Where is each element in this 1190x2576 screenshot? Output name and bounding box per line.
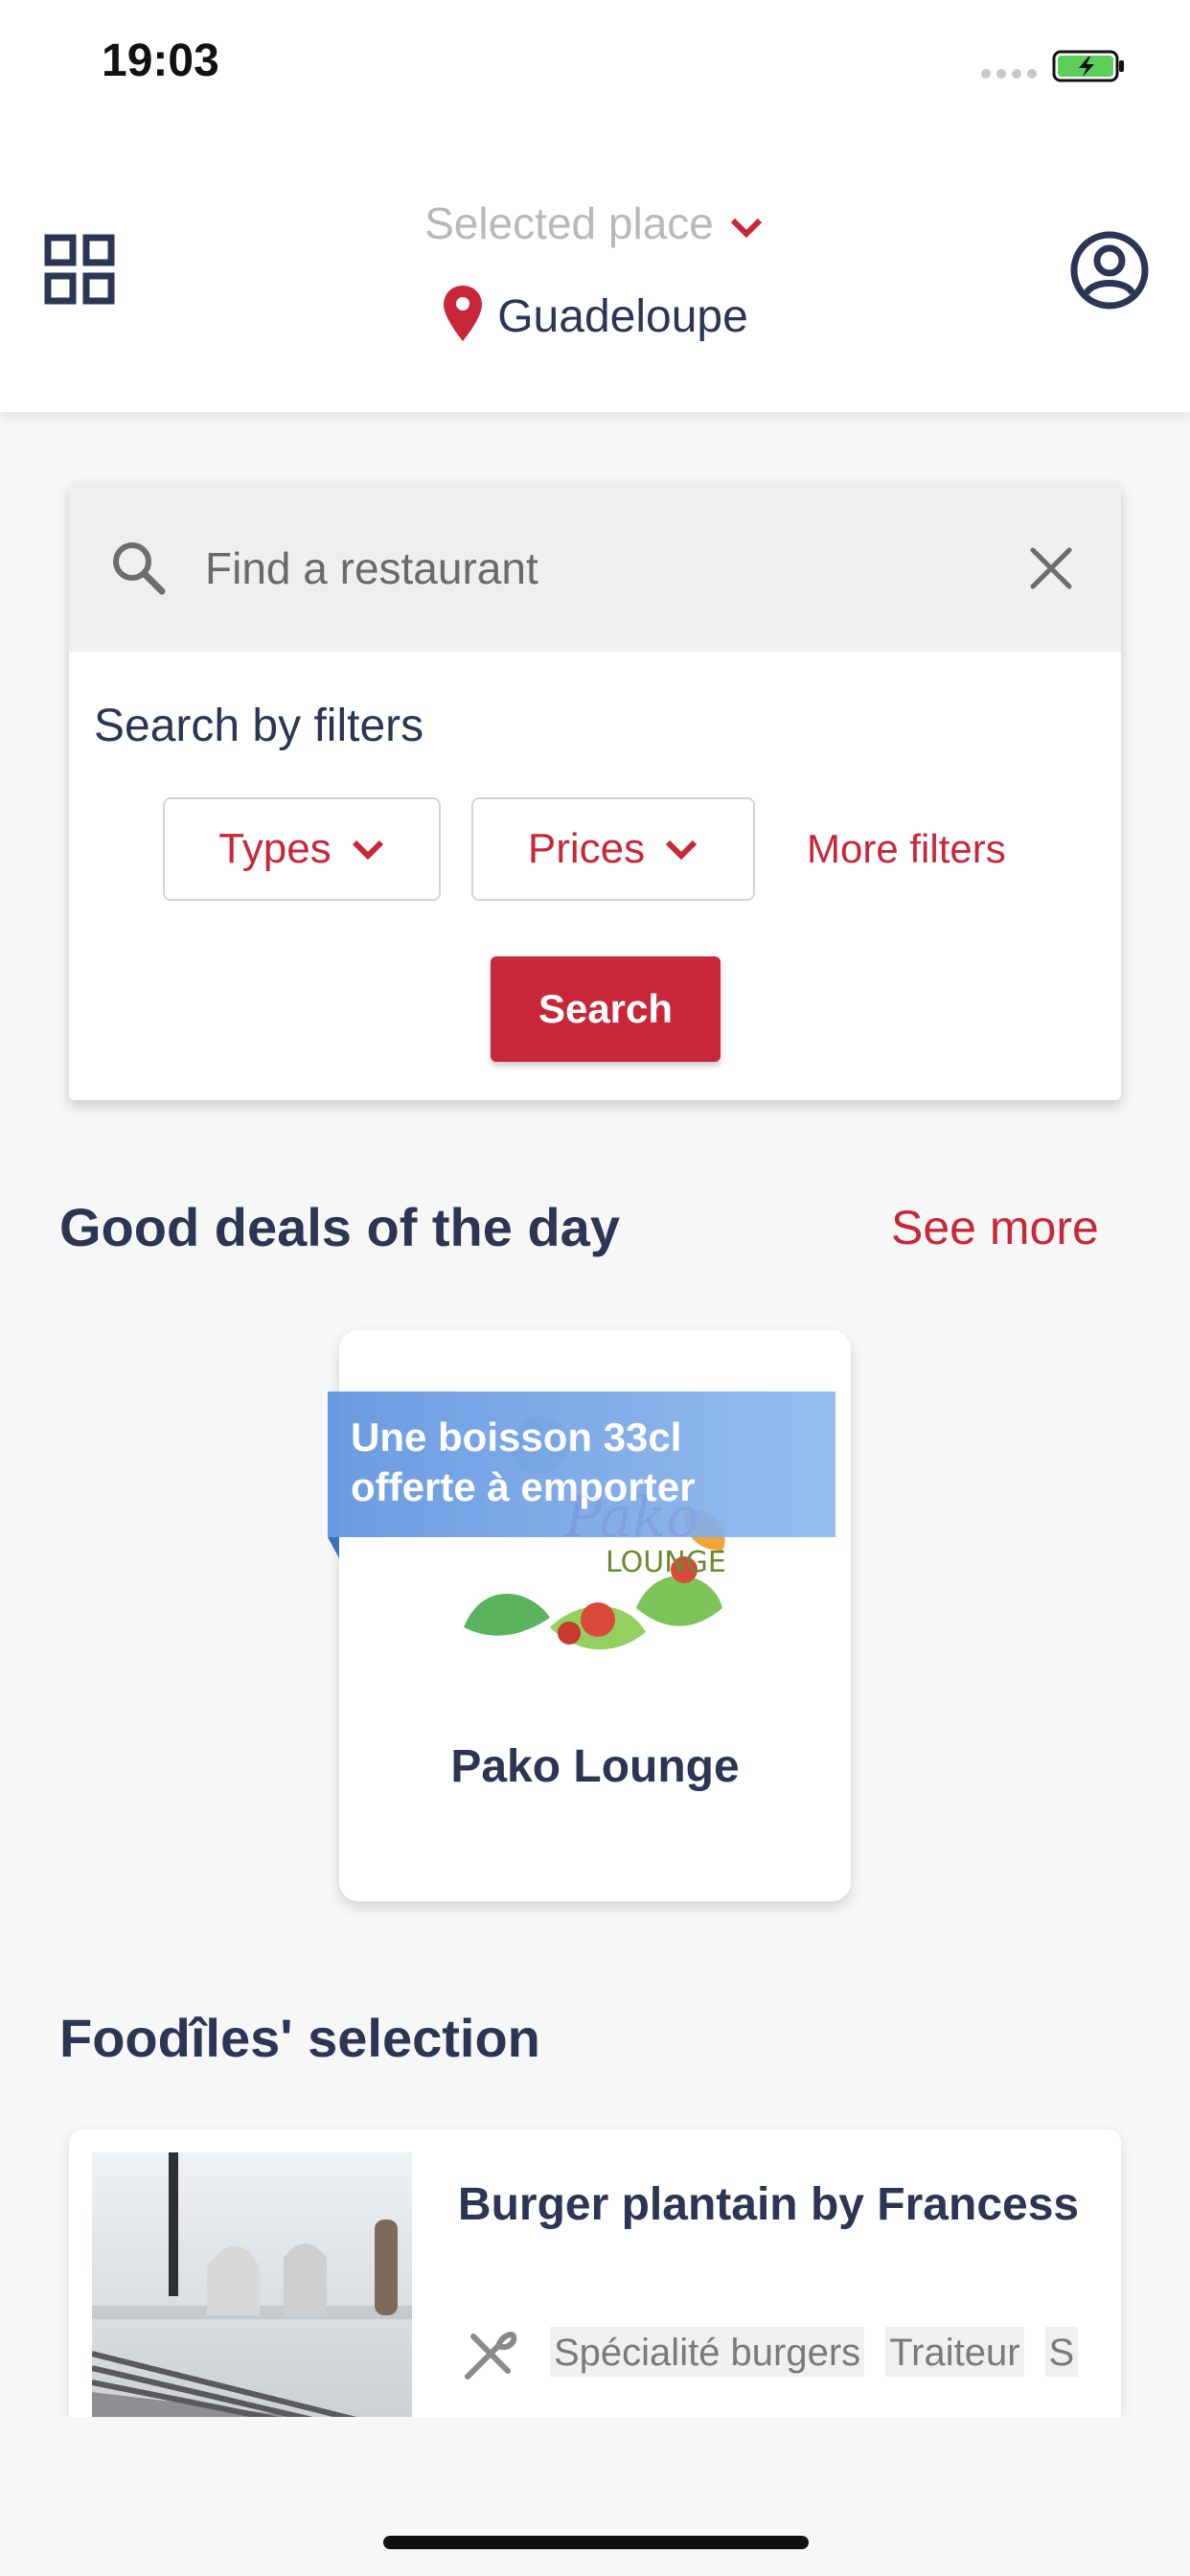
prices-filter-button[interactable]: Prices bbox=[471, 797, 755, 901]
restaurant-photo bbox=[92, 2152, 412, 2417]
see-more-link[interactable]: See more bbox=[891, 1200, 1099, 1255]
search-icon bbox=[113, 542, 166, 595]
location-pin-icon bbox=[444, 286, 483, 341]
search-input[interactable] bbox=[205, 525, 1029, 611]
more-filters-link[interactable]: More filters bbox=[807, 826, 1006, 872]
place-name-row[interactable]: Guadeloupe bbox=[0, 284, 1190, 343]
selected-place-label: Selected place bbox=[424, 198, 714, 248]
types-filter-label: Types bbox=[218, 825, 332, 872]
search-button[interactable]: Search bbox=[491, 956, 721, 1062]
deals-section-title: Good deals of the day bbox=[59, 1197, 620, 1257]
clear-search-icon[interactable] bbox=[1025, 542, 1077, 594]
chevron-down-icon bbox=[666, 840, 698, 861]
chevron-down-icon bbox=[352, 840, 383, 861]
svg-text:LOUNGE: LOUNGE bbox=[606, 1546, 726, 1579]
signal-icon bbox=[981, 69, 1037, 79]
place-name: Guadeloupe bbox=[497, 291, 748, 342]
chevron-down-icon bbox=[730, 218, 762, 239]
selection-section-title: Foodîles' selection bbox=[59, 2008, 540, 2068]
types-filter-button[interactable]: Types bbox=[163, 797, 441, 901]
tag: S bbox=[1044, 2327, 1079, 2377]
tag: Spécialité burgers bbox=[550, 2327, 865, 2377]
restaurant-name: Burger plantain by Francess bbox=[457, 2179, 1080, 2230]
filters-title: Search by filters bbox=[94, 701, 424, 751]
restaurant-card[interactable]: Burger plantain by Francess Spécialité b… bbox=[69, 2129, 1121, 2417]
home-indicator[interactable] bbox=[383, 2536, 809, 2549]
profile-icon[interactable] bbox=[1069, 230, 1150, 310]
status-time: 19:03 bbox=[102, 35, 219, 86]
selected-place-selector[interactable]: Selected place bbox=[0, 197, 1190, 249]
restaurant-tags: Spécialité burgers Traiteur S bbox=[550, 2327, 1087, 2380]
cutlery-icon bbox=[465, 2332, 517, 2380]
tag: Traiteur bbox=[885, 2327, 1024, 2377]
deal-restaurant-name: Pako Lounge bbox=[450, 1741, 740, 1792]
search-card: Search by filters Types Prices More filt… bbox=[69, 483, 1121, 1100]
deal-offer-ribbon: Une boisson 33cl offerte à emporter bbox=[328, 1392, 835, 1537]
deal-card[interactable]: Pako LOUNGE Une boisson 33cl offerte à e… bbox=[328, 1330, 851, 1901]
prices-filter-label: Prices bbox=[527, 825, 646, 872]
bottom-area bbox=[0, 2417, 1190, 2576]
ribbon-fold bbox=[328, 1537, 339, 1558]
search-bar bbox=[69, 483, 1121, 652]
battery-icon bbox=[1052, 50, 1124, 82]
